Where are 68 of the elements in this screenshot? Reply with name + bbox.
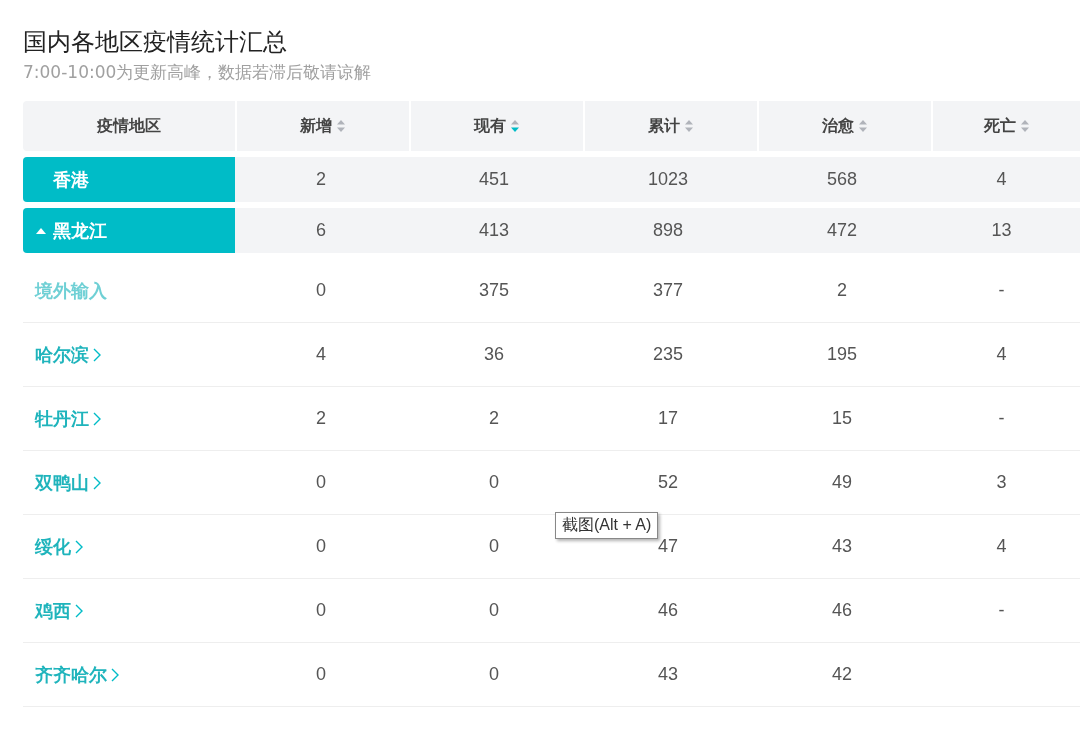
table-cell: 898	[652, 220, 683, 241]
table-cell: 413	[478, 220, 509, 241]
table-cell: 235	[652, 344, 683, 365]
table-cell: 17	[658, 408, 678, 429]
column-header[interactable]: 死亡	[933, 101, 1080, 151]
city-link[interactable]: 牡丹江	[23, 387, 235, 450]
table-cell: 2	[316, 408, 326, 429]
table-cell: 195	[826, 344, 857, 365]
table-cell: 0	[316, 536, 326, 557]
table-cell: 2	[489, 408, 499, 429]
table-cell: 0	[316, 472, 326, 493]
region-cell-text: 境外输入	[33, 278, 108, 303]
province-cell[interactable]: 黑龙江	[23, 208, 235, 253]
table-cell: 4	[996, 536, 1007, 557]
table-cell: -	[998, 280, 1005, 301]
city-link[interactable]: 双鸭山	[23, 451, 235, 514]
column-header[interactable]: 现有	[411, 101, 583, 151]
table-cell: 0	[489, 600, 499, 621]
table-cell: 0	[489, 472, 499, 493]
city-link[interactable]: 哈尔滨	[23, 323, 235, 386]
column-header[interactable]: 治愈	[759, 101, 931, 151]
table-cell: 472	[826, 220, 857, 241]
table-cell: 377	[652, 280, 683, 301]
table-cell: 15	[832, 408, 852, 429]
chevron-icon	[93, 347, 101, 362]
page-subtitle: 7:00-10:00为更新高峰，数据若滞后敬请谅解	[23, 61, 373, 84]
page-title: 国内各地区疫情统计汇总	[23, 27, 288, 58]
table-cell: 46	[832, 600, 852, 621]
table-cell: 42	[832, 664, 852, 685]
table-cell: 375	[478, 280, 509, 301]
table-cell: 0	[316, 600, 326, 621]
province-cell[interactable]: 香港	[23, 157, 235, 202]
table-cell: 0	[316, 280, 326, 301]
table-cell: 0	[489, 664, 499, 685]
table-cell: 46	[658, 600, 678, 621]
table-cell: 4	[996, 344, 1007, 365]
table-cell: 43	[832, 536, 852, 557]
table-cell: 49	[832, 472, 852, 493]
table-cell: 13	[991, 220, 1012, 241]
tooltip: 截图(Alt + A)	[555, 512, 659, 539]
table-cell: -	[998, 600, 1005, 621]
table-cell: 0	[489, 536, 499, 557]
chevron-icon	[75, 539, 83, 554]
table-cell: 2	[316, 169, 326, 190]
table-cell: 1023	[647, 169, 688, 190]
city-link[interactable]: 齐齐哈尔	[23, 643, 235, 706]
table-cell: 4	[996, 169, 1007, 190]
chevron-icon	[75, 603, 83, 618]
table-cell: 451	[478, 169, 509, 190]
table-cell: -	[998, 408, 1005, 429]
table-cell: 2	[837, 280, 847, 301]
table-cell: 568	[826, 169, 857, 190]
table-cell: 47	[658, 536, 678, 557]
column-header[interactable]: 累计	[585, 101, 757, 151]
table-cell: 0	[316, 664, 326, 685]
column-header: 疫情地区	[23, 101, 235, 151]
chevron-icon	[93, 475, 101, 490]
column-header[interactable]: 新增	[237, 101, 409, 151]
table-cell: 6	[316, 220, 326, 241]
table-cell: 3	[996, 472, 1007, 493]
chevron-icon	[93, 411, 101, 426]
table-cell: 4	[316, 344, 326, 365]
table-cell: 36	[484, 344, 504, 365]
city-link[interactable]: 鸡西	[23, 579, 235, 642]
table-cell: 52	[658, 472, 678, 493]
table-cell: 43	[658, 664, 678, 685]
city-link[interactable]: 绥化	[23, 515, 235, 578]
chevron-icon	[111, 667, 119, 682]
